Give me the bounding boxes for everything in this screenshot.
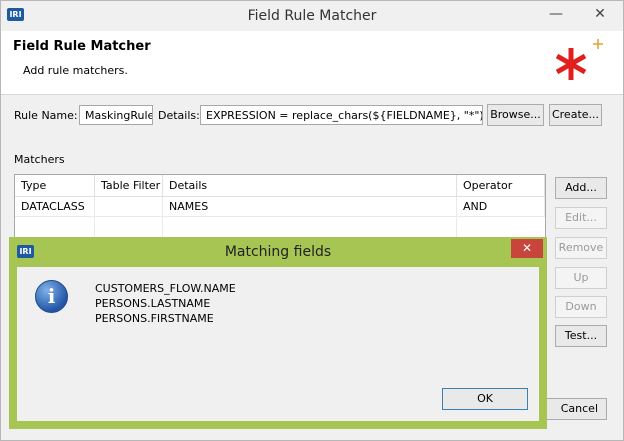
column-header-type[interactable]: Type	[15, 175, 95, 197]
dialog-body: i CUSTOMERS_FLOW.NAME PERSONS.LASTNAME P…	[17, 267, 539, 421]
matching-fields-dialog: IRI Matching fields ✕ i CUSTOMERS_FLOW.N…	[9, 237, 547, 429]
table-row-type-cell[interactable]: DATACLASS	[15, 197, 95, 217]
close-button[interactable]: ✕	[586, 3, 614, 25]
details-label: Details:	[158, 109, 200, 122]
table-row-operator-cell[interactable]: AND	[457, 197, 545, 217]
rule-name-label: Rule Name:	[14, 109, 78, 122]
banner-title: Field Rule Matcher	[13, 39, 151, 54]
create-button[interactable]: Create...	[549, 104, 602, 126]
minimize-button[interactable]: —	[542, 3, 570, 25]
down-button[interactable]: Down	[555, 296, 607, 318]
dialog-title: Matching fields	[224, 244, 332, 260]
matching-field-line: PERSONS.FIRSTNAME	[95, 312, 214, 325]
matchers-table[interactable]: Type Table Filter Details Operator DATAC…	[14, 174, 546, 246]
table-row-filter-cell[interactable]	[95, 197, 163, 217]
info-icon: i	[35, 280, 68, 313]
matchers-label: Matchers	[14, 153, 65, 166]
up-button[interactable]: Up	[555, 267, 607, 289]
empty-row-cell	[163, 217, 457, 237]
title-bar[interactable]: IRI Field Rule Matcher — ✕	[1, 1, 623, 31]
browse-button[interactable]: Browse...	[487, 104, 544, 126]
table-row-details-cell[interactable]: NAMES	[163, 197, 457, 217]
remove-button[interactable]: Remove	[555, 237, 607, 259]
window-title: Field Rule Matcher	[247, 8, 377, 24]
dialog-close-button[interactable]: ✕	[511, 239, 543, 258]
details-field[interactable]: EXPRESSION = replace_chars(${FIELDNAME},…	[200, 105, 483, 125]
column-header-details[interactable]: Details	[163, 175, 457, 197]
test-button[interactable]: Test...	[555, 325, 607, 347]
column-header-table-filter[interactable]: Table Filter	[95, 175, 163, 197]
matching-field-line: CUSTOMERS_FLOW.NAME	[95, 282, 236, 295]
header-banner: Field Rule Matcher Add rule matchers.	[1, 31, 623, 95]
add-button[interactable]: Add...	[555, 177, 607, 199]
empty-row-cell	[15, 217, 95, 237]
edit-button[interactable]: Edit...	[555, 207, 607, 229]
banner-subtitle: Add rule matchers.	[23, 64, 128, 77]
matching-field-line: PERSONS.LASTNAME	[95, 297, 211, 310]
column-header-operator[interactable]: Operator	[457, 175, 545, 197]
red-asterisk-icon	[555, 39, 603, 80]
dialog-title-bar[interactable]: IRI Matching fields ✕	[9, 237, 547, 267]
ok-button[interactable]: OK	[442, 388, 528, 410]
empty-row-cell	[95, 217, 163, 237]
rule-name-field[interactable]: MaskingRule	[79, 105, 153, 125]
